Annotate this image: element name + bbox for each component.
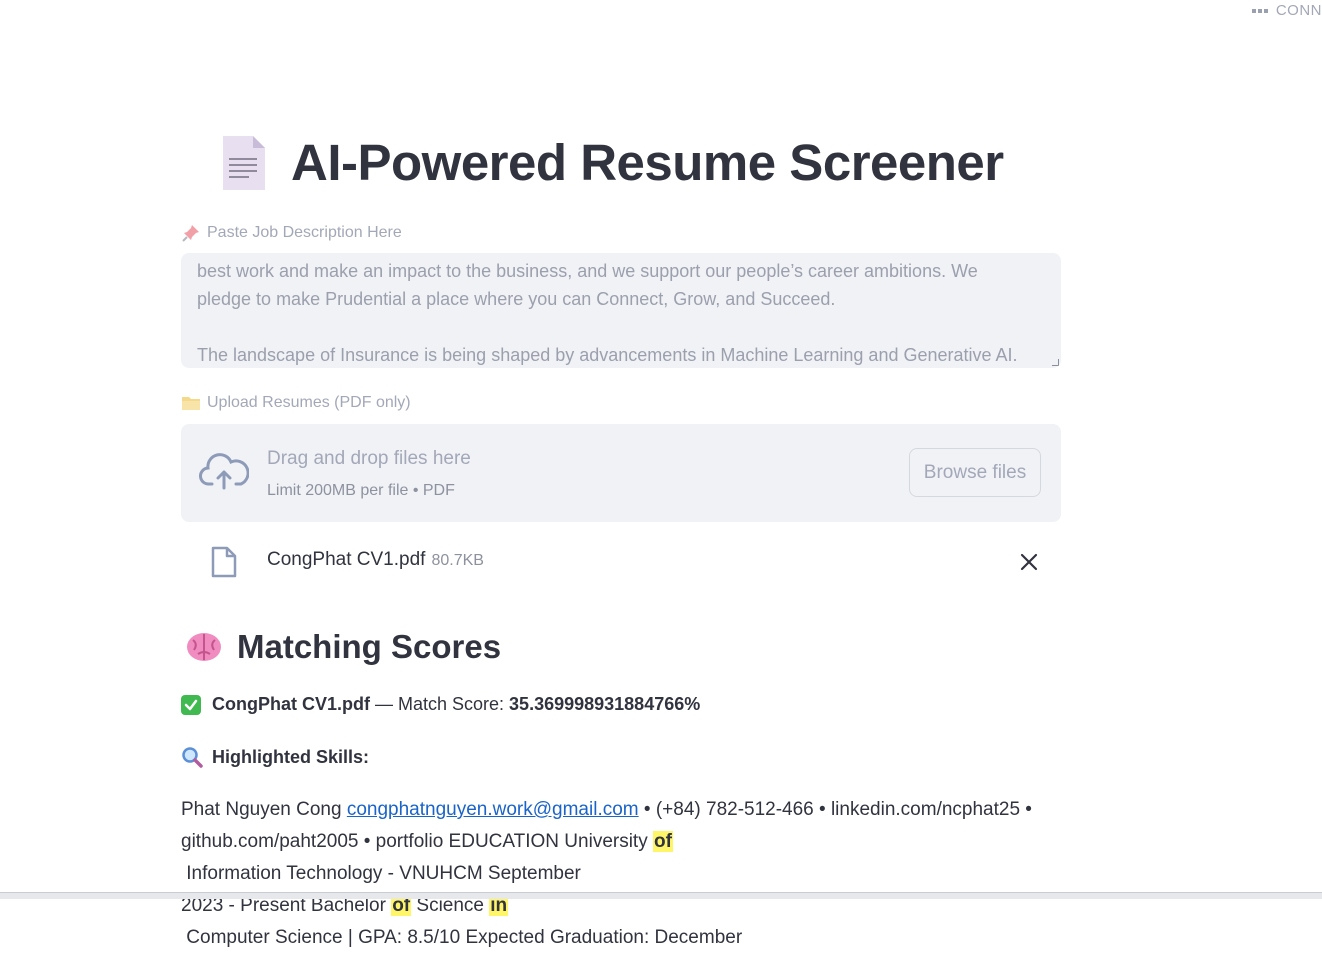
connection-status-label: CONN xyxy=(1275,2,1322,19)
folder-icon xyxy=(182,397,200,410)
highlighted-skills-heading: Highlighted Skills: xyxy=(181,746,369,768)
email-link[interactable]: congphatnguyen.work@gmail.com xyxy=(347,799,639,820)
menu-dots-icon[interactable] xyxy=(1251,8,1268,13)
matching-scores-heading: Matching Scores xyxy=(185,628,501,666)
document-icon xyxy=(223,135,265,190)
uploaded-file-size: 80.7KB xyxy=(431,552,484,569)
result-file-name: CongPhat CV1.pdf xyxy=(212,694,370,714)
resize-handle[interactable] xyxy=(1052,359,1059,366)
job-description-label: Paste Job Description Here xyxy=(181,223,402,243)
score-prefix: — Match Score: xyxy=(370,694,510,714)
browse-files-button[interactable]: Browse files xyxy=(909,448,1041,497)
highlighted-term: of xyxy=(653,831,673,852)
pushpin-icon xyxy=(182,225,199,242)
match-score-value: 35.369998931884766% xyxy=(509,694,701,714)
upload-limit-text: Limit 200MB per file • PDF xyxy=(267,482,455,499)
uploaded-file-name: CongPhat CV1.pdf xyxy=(267,549,426,570)
jd-line: pledge to make Prudential a place where … xyxy=(197,289,836,309)
file-dropzone[interactable]: Drag and drop files here Limit 200MB per… xyxy=(181,424,1061,522)
file-icon xyxy=(211,546,237,578)
check-mark-icon xyxy=(181,694,201,715)
drag-drop-text: Drag and drop files here xyxy=(267,448,471,469)
remove-file-icon[interactable] xyxy=(1019,552,1039,572)
page-header: AI-Powered Resume Screener xyxy=(219,133,1004,192)
magnifying-glass-icon xyxy=(182,747,203,768)
page-title: AI-Powered Resume Screener xyxy=(291,134,1004,191)
brain-icon xyxy=(187,633,221,661)
resume-highlighted-text: Phat Nguyen Cong congphatnguyen.work@gma… xyxy=(181,799,1032,948)
jd-line: The landscape of Insurance is being shap… xyxy=(197,345,1018,365)
match-score-line: CongPhat CV1.pdf — Match Score: 35.36999… xyxy=(181,694,700,715)
upload-label: Upload Resumes (PDF only) xyxy=(181,394,411,412)
uploaded-file-item: CongPhat CV1.pdf 80.7KB xyxy=(181,540,1061,586)
jd-line: best work and make an impact to the busi… xyxy=(197,261,978,281)
job-description-textarea[interactable]: best work and make an impact to the busi… xyxy=(181,253,1061,368)
connection-status: CONN xyxy=(1251,2,1322,19)
cloud-upload-icon xyxy=(199,453,249,490)
